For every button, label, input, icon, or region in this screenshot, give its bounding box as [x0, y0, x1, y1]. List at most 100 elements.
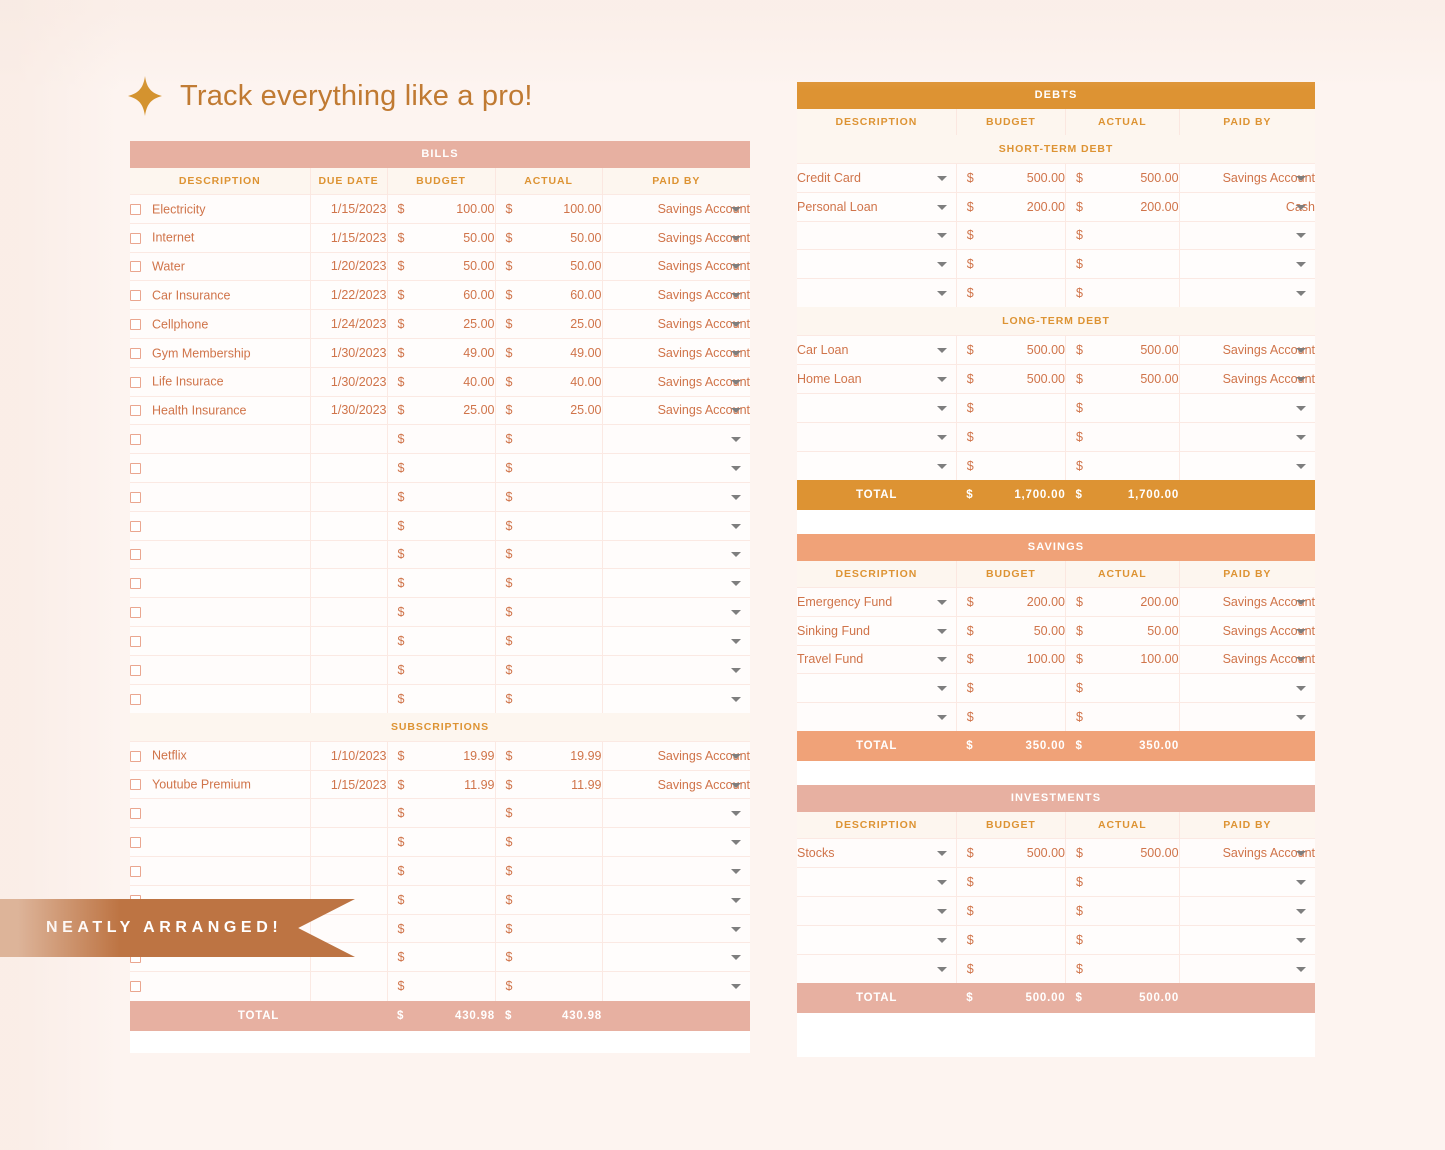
description-cell[interactable]	[797, 953, 957, 983]
total-actual-cell[interactable]: $350.00	[1065, 731, 1180, 762]
actual-cell[interactable]: $25.00	[495, 309, 603, 339]
description-cell[interactable]	[130, 827, 311, 857]
chevron-down-icon[interactable]	[1296, 686, 1306, 692]
chevron-down-icon[interactable]	[936, 204, 947, 210]
due-date-cell[interactable]: 1/30/2023	[310, 337, 388, 368]
description-cell[interactable]	[797, 867, 957, 897]
chevron-down-icon[interactable]	[731, 753, 742, 759]
paid-by-cell[interactable]: Savings Account	[1179, 364, 1315, 394]
actual-cell[interactable]: $	[495, 913, 603, 943]
chevron-down-icon[interactable]	[1296, 966, 1306, 972]
due-date-cell[interactable]: 1/15/2023	[310, 194, 388, 224]
description-cell[interactable]: Cellphone	[130, 309, 311, 339]
chevron-down-icon[interactable]	[936, 657, 947, 663]
description-cell[interactable]: Emergency Fund	[797, 586, 957, 617]
actual-cell[interactable]: $25.00	[495, 395, 603, 425]
paid-by-cell[interactable]	[1179, 702, 1315, 732]
paid-by-cell[interactable]: Savings Account	[602, 194, 751, 224]
actual-cell[interactable]: $	[1065, 673, 1180, 703]
paid-by-cell[interactable]	[602, 798, 751, 828]
due-date-cell[interactable]	[310, 481, 388, 512]
chevron-down-icon[interactable]	[731, 494, 742, 500]
due-date-cell[interactable]	[310, 539, 388, 569]
chevron-down-icon[interactable]	[731, 523, 742, 529]
budget-cell[interactable]: $	[387, 683, 496, 713]
budget-cell[interactable]: $	[956, 278, 1067, 308]
chevron-down-icon[interactable]	[731, 235, 742, 241]
actual-cell[interactable]: $	[495, 942, 603, 972]
budget-cell[interactable]: $100.00	[956, 644, 1067, 674]
chevron-down-icon[interactable]	[731, 782, 742, 788]
actual-cell[interactable]: $	[1065, 867, 1180, 897]
chevron-down-icon[interactable]	[936, 233, 947, 239]
actual-cell[interactable]: $	[495, 827, 603, 857]
chevron-down-icon[interactable]	[1296, 657, 1306, 663]
chevron-down-icon[interactable]	[1296, 175, 1306, 181]
budget-cell[interactable]: $	[387, 913, 496, 943]
chevron-down-icon[interactable]	[731, 293, 742, 299]
description-cell[interactable]	[130, 510, 311, 541]
actual-cell[interactable]: $50.00	[495, 251, 603, 281]
paid-by-cell[interactable]	[602, 884, 751, 915]
description-cell[interactable]	[130, 798, 311, 828]
description-cell[interactable]	[797, 896, 957, 926]
budget-cell[interactable]: $	[956, 421, 1067, 452]
actual-cell[interactable]: $	[1065, 450, 1180, 480]
chevron-down-icon[interactable]	[1296, 880, 1306, 886]
total-budget-cell[interactable]: $500.00	[956, 982, 1066, 1013]
due-date-cell[interactable]	[310, 856, 388, 886]
description-cell[interactable]: Car Loan	[797, 335, 957, 365]
chevron-down-icon[interactable]	[1296, 434, 1306, 440]
budget-cell[interactable]: $	[956, 249, 1067, 279]
chevron-down-icon[interactable]	[936, 937, 947, 943]
budget-cell[interactable]: $49.00	[387, 337, 496, 368]
paid-by-cell[interactable]	[1179, 896, 1315, 926]
budget-cell[interactable]: $	[387, 884, 496, 915]
description-cell[interactable]	[797, 924, 957, 955]
actual-cell[interactable]: $	[495, 683, 603, 713]
paid-by-cell[interactable]	[1179, 924, 1315, 955]
chevron-down-icon[interactable]	[936, 908, 947, 914]
description-cell[interactable]	[797, 702, 957, 732]
row-checkbox[interactable]	[130, 693, 141, 705]
description-cell[interactable]	[130, 481, 311, 512]
chevron-down-icon[interactable]	[731, 264, 742, 270]
description-cell[interactable]	[130, 568, 311, 598]
paid-by-cell[interactable]: Savings Account	[602, 309, 751, 339]
row-checkbox[interactable]	[130, 520, 141, 532]
actual-cell[interactable]: $	[1065, 393, 1180, 423]
row-checkbox[interactable]	[130, 203, 141, 215]
description-cell[interactable]	[797, 393, 957, 423]
chevron-down-icon[interactable]	[936, 715, 947, 721]
chevron-down-icon[interactable]	[731, 408, 742, 414]
description-cell[interactable]	[130, 856, 311, 886]
budget-cell[interactable]: $500.00	[956, 163, 1067, 193]
chevron-down-icon[interactable]	[936, 377, 947, 383]
description-cell[interactable]: Netflix	[130, 740, 311, 771]
due-date-cell[interactable]: 1/22/2023	[310, 280, 388, 310]
chevron-down-icon[interactable]	[731, 322, 742, 328]
budget-cell[interactable]: $	[956, 953, 1067, 983]
description-cell[interactable]: Health Insurance	[130, 395, 311, 425]
paid-by-cell[interactable]	[602, 424, 751, 454]
description-cell[interactable]: Internet	[130, 222, 311, 253]
actual-cell[interactable]: $	[495, 971, 603, 1001]
chevron-down-icon[interactable]	[936, 880, 947, 886]
actual-cell[interactable]: $	[1065, 278, 1180, 308]
paid-by-cell[interactable]	[602, 971, 751, 1001]
paid-by-cell[interactable]	[602, 856, 751, 886]
chevron-down-icon[interactable]	[731, 379, 742, 385]
row-checkbox[interactable]	[130, 750, 141, 762]
paid-by-cell[interactable]	[602, 942, 751, 972]
chevron-down-icon[interactable]	[936, 463, 947, 469]
description-cell[interactable]	[130, 424, 311, 454]
chevron-down-icon[interactable]	[731, 840, 742, 846]
chevron-down-icon[interactable]	[936, 599, 947, 605]
actual-cell[interactable]: $200.00	[1065, 191, 1180, 222]
row-checkbox[interactable]	[130, 549, 141, 561]
actual-cell[interactable]: $	[495, 539, 603, 569]
description-cell[interactable]	[797, 249, 957, 279]
budget-cell[interactable]: $	[387, 510, 496, 541]
chevron-down-icon[interactable]	[731, 552, 742, 558]
budget-cell[interactable]: $19.99	[387, 740, 496, 771]
